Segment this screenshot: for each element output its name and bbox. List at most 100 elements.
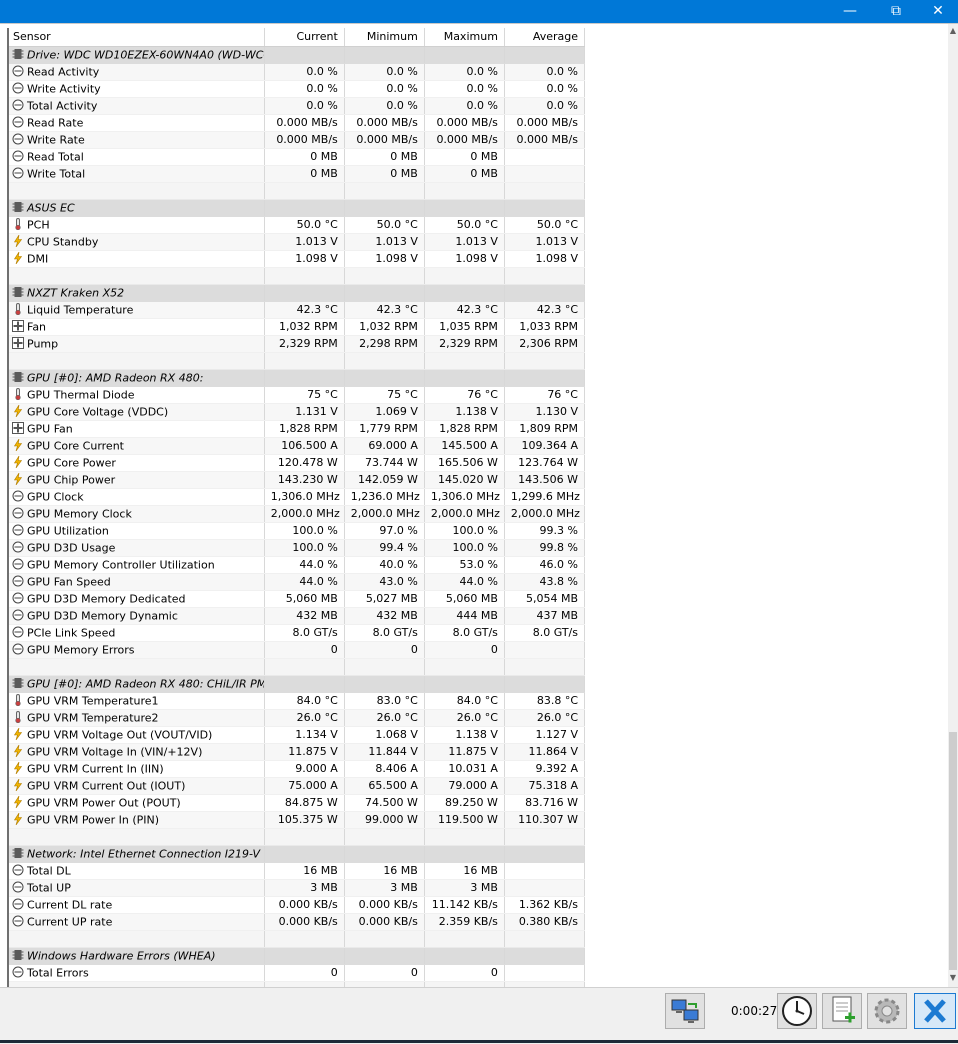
clock-icon bbox=[12, 592, 27, 605]
sensor-row[interactable]: GPU D3D Usage 100.0 % 99.4 % 100.0 % 99.8 % bbox=[9, 539, 586, 557]
chip-icon bbox=[12, 847, 27, 860]
maximum-value: 145.500 A bbox=[424, 437, 505, 455]
minimum-value: 3 MB bbox=[344, 879, 425, 897]
lightning-icon bbox=[12, 438, 27, 452]
column-header-current[interactable]: Current bbox=[264, 28, 345, 47]
current-value: 432 MB bbox=[264, 607, 345, 625]
sensor-row[interactable]: GPU VRM Voltage Out (VOUT/VID) 1.134 V 1.0… bbox=[9, 726, 586, 744]
sensor-row[interactable]: Current DL rate 0.000 KB/s 0.000 KB/s 11.14… bbox=[9, 896, 586, 914]
current-value: 16 MB bbox=[264, 862, 345, 880]
current-value: 1.134 V bbox=[264, 726, 345, 744]
sensor-name: PCH bbox=[27, 218, 50, 232]
sensor-group-header[interactable]: GPU [#0]: AMD Radeon RX 480: CHiL/IR PMB… bbox=[9, 675, 586, 693]
sensor-row[interactable]: GPU VRM Power Out (POUT) 84.875 W 74.500 W… bbox=[9, 794, 586, 812]
sensor-row[interactable]: PCH 50.0 °C 50.0 °C 50.0 °C 50.0 °C bbox=[9, 216, 586, 234]
clock-icon bbox=[12, 524, 27, 537]
sensor-group-header[interactable]: Network: Intel Ethernet Connection I219-… bbox=[9, 845, 586, 863]
sensor-row[interactable]: GPU VRM Voltage In (VIN/+12V) 11.875 V 11.… bbox=[9, 743, 586, 761]
maximum-value: 0.0 % bbox=[424, 80, 505, 98]
sensor-row[interactable]: GPU Thermal Diode 75 °C 75 °C 76 °C 76 °C bbox=[9, 386, 586, 404]
sensor-group-header[interactable]: Windows Hardware Errors (WHEA) bbox=[9, 947, 586, 965]
minimum-value: 99.4 % bbox=[344, 539, 425, 557]
sensor-row[interactable]: GPU VRM Current In (IIN) 9.000 A 8.406 A 10… bbox=[9, 760, 586, 778]
scroll-up-icon[interactable]: ▲ bbox=[948, 25, 958, 37]
spacer-row bbox=[9, 828, 586, 846]
sensor-row[interactable]: GPU Fan Speed 44.0 % 43.0 % 44.0 % 43.8 % bbox=[9, 573, 586, 591]
average-value: 143.506 W bbox=[504, 471, 586, 489]
minimum-value: 69.000 A bbox=[344, 437, 425, 455]
sensor-row[interactable]: Write Rate 0.000 MB/s 0.000 MB/s 0.000 MB/s… bbox=[9, 131, 586, 149]
sensor-row[interactable]: Write Activity 0.0 % 0.0 % 0.0 % 0.0 % bbox=[9, 80, 586, 98]
sensor-row[interactable]: GPU Memory Errors 0 0 0 bbox=[9, 641, 586, 659]
sensor-row[interactable]: Total Errors 0 0 0 bbox=[9, 964, 586, 982]
sensor-row[interactable]: PCIe Link Speed 8.0 GT/s 8.0 GT/s 8.0 GT/s 8… bbox=[9, 624, 586, 642]
sensor-group-header[interactable]: ASUS EC bbox=[9, 199, 586, 217]
average-value: 1.013 V bbox=[504, 233, 586, 251]
sensor-row[interactable]: DMI 1.098 V 1.098 V 1.098 V 1.098 V bbox=[9, 250, 586, 268]
sensor-row[interactable]: Total DL 16 MB 16 MB 16 MB bbox=[9, 862, 586, 880]
current-value: 5,060 MB bbox=[264, 590, 345, 608]
close-button[interactable] bbox=[914, 993, 956, 1029]
network-computers-button[interactable] bbox=[665, 993, 705, 1029]
sensor-row[interactable]: Total UP 3 MB 3 MB 3 MB bbox=[9, 879, 586, 897]
sensor-row[interactable]: GPU Fan 1,828 RPM 1,779 RPM 1,828 RPM 1,809 … bbox=[9, 420, 586, 438]
maximum-value: 5,060 MB bbox=[424, 590, 505, 608]
column-header-maximum[interactable]: Maximum bbox=[424, 28, 505, 47]
restore-button[interactable]: ⧉ bbox=[873, 0, 919, 23]
sensor-row[interactable]: GPU VRM Power In (PIN) 105.375 W 99.000 W1… bbox=[9, 811, 586, 829]
sensor-row[interactable]: CPU Standby 1.013 V 1.013 V 1.013 V 1.013 V bbox=[9, 233, 586, 251]
minimize-button[interactable]: — bbox=[827, 0, 873, 23]
column-header-average[interactable]: Average bbox=[504, 28, 586, 47]
sensor-name: GPU D3D Memory Dedicated bbox=[27, 592, 186, 606]
sensor-row[interactable]: GPU Chip Power 143.230 W 142.059 W 145.020 … bbox=[9, 471, 586, 489]
sensor-row[interactable]: GPU Utilization 100.0 % 97.0 % 100.0 % 99.3 … bbox=[9, 522, 586, 540]
minimum-value: 83.0 °C bbox=[344, 692, 425, 710]
group-title: GPU [#0]: AMD Radeon RX 480: CHiL/IR PMB… bbox=[27, 677, 265, 691]
sensor-row[interactable]: GPU D3D Memory Dynamic 432 MB 432 MB 444 MB… bbox=[9, 607, 586, 625]
sensor-row[interactable]: Liquid Temperature 42.3 °C 42.3 °C 42.3 °C 4… bbox=[9, 301, 586, 319]
column-header-sensor[interactable]: Sensor bbox=[9, 28, 265, 47]
sensor-row[interactable]: Pump 2,329 RPM 2,298 RPM 2,329 RPM 2,306 RPM bbox=[9, 335, 586, 353]
sensor-row[interactable]: Read Activity 0.0 % 0.0 % 0.0 % 0.0 % bbox=[9, 63, 586, 81]
current-value: 0 MB bbox=[264, 165, 345, 183]
sensor-group-header[interactable]: GPU [#0]: AMD Radeon RX 480: bbox=[9, 369, 586, 387]
minimum-value: 0.000 KB/s bbox=[344, 896, 425, 914]
sensor-row[interactable]: Read Total 0 MB 0 MB 0 MB bbox=[9, 148, 586, 166]
minimum-value: 42.3 °C bbox=[344, 301, 425, 319]
column-header-minimum[interactable]: Minimum bbox=[344, 28, 425, 47]
settings-button[interactable] bbox=[867, 993, 907, 1029]
vertical-scrollbar[interactable]: ▲ ▼ bbox=[948, 24, 958, 988]
scrollbar-thumb[interactable] bbox=[949, 732, 957, 970]
sensor-group-header[interactable]: Drive: WDC WD10EZEX-60WN4A0 (WD-WCC... bbox=[9, 46, 586, 64]
sensor-name: GPU VRM Power In (PIN) bbox=[27, 813, 160, 827]
sensor-row[interactable]: GPU Core Power 120.478 W 73.744 W 165.506 W… bbox=[9, 454, 586, 472]
sensor-row[interactable]: GPU Clock 1,306.0 MHz 1,236.0 MHz 1,306.0 M… bbox=[9, 488, 586, 506]
sensor-row[interactable]: GPU Core Voltage (VDDC) 1.131 V 1.069 V 1.1… bbox=[9, 403, 586, 421]
sensor-row[interactable]: Read Rate 0.000 MB/s 0.000 MB/s 0.000 MB/s 0… bbox=[9, 114, 586, 132]
clock-icon bbox=[12, 507, 27, 520]
add-report-button[interactable] bbox=[822, 993, 862, 1029]
group-title: ASUS EC bbox=[27, 201, 75, 215]
current-value: 1,828 RPM bbox=[264, 420, 345, 438]
sensor-group-header[interactable]: NXZT Kraken X52 bbox=[9, 284, 586, 302]
sensor-row[interactable]: GPU Core Current 106.500 A 69.000 A 145.500… bbox=[9, 437, 586, 455]
maximum-value: 84.0 °C bbox=[424, 692, 505, 710]
sensor-row[interactable]: GPU Memory Clock 2,000.0 MHz 2,000.0 MHz 2,… bbox=[9, 505, 586, 523]
sensor-row[interactable]: Write Total 0 MB 0 MB 0 MB bbox=[9, 165, 586, 183]
sensor-row[interactable]: GPU VRM Temperature1 84.0 °C 83.0 °C 84.0 °… bbox=[9, 692, 586, 710]
current-value: 0 MB bbox=[264, 148, 345, 166]
sensor-row[interactable]: Total Activity 0.0 % 0.0 % 0.0 % 0.0 % bbox=[9, 97, 586, 115]
sensor-row[interactable]: Current UP rate 0.000 KB/s 0.000 KB/s 2.359… bbox=[9, 913, 586, 931]
window-close-button[interactable]: ✕ bbox=[918, 0, 958, 23]
clock-button[interactable] bbox=[777, 993, 817, 1029]
clock-icon bbox=[12, 150, 27, 163]
elapsed-timer: 0:00:27 bbox=[731, 1004, 778, 1018]
sensor-row[interactable]: GPU D3D Memory Dedicated 5,060 MB 5,027 MB… bbox=[9, 590, 586, 608]
current-value: 0.0 % bbox=[264, 97, 345, 115]
sensor-row[interactable]: GPU VRM Temperature2 26.0 °C 26.0 °C 26.0 °… bbox=[9, 709, 586, 727]
sensor-row[interactable]: GPU Memory Controller Utilization 44.0 % 4… bbox=[9, 556, 586, 574]
scroll-down-icon[interactable]: ▼ bbox=[948, 972, 958, 984]
sensor-row[interactable]: Fan 1,032 RPM 1,032 RPM 1,035 RPM 1,033 RPM bbox=[9, 318, 586, 336]
maximum-value: 1.138 V bbox=[424, 726, 505, 744]
sensor-row[interactable]: GPU VRM Current Out (IOUT) 75.000 A 65.500… bbox=[9, 777, 586, 795]
